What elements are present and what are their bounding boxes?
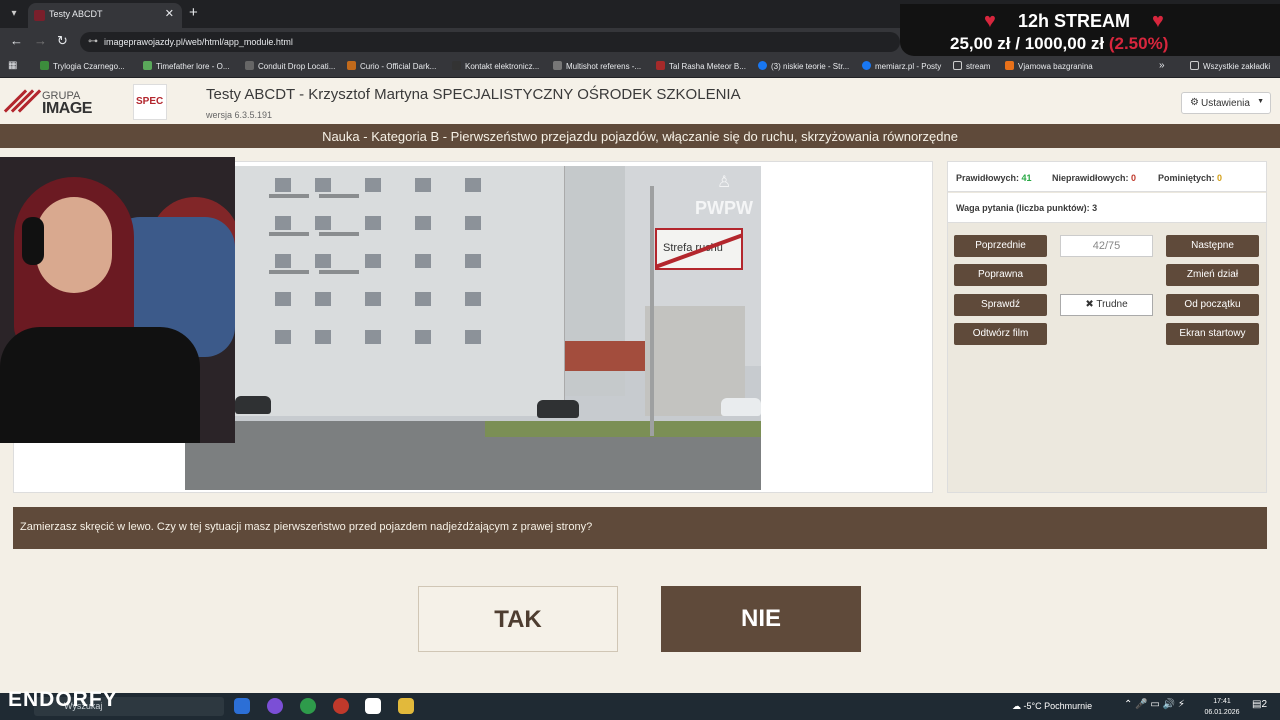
answer-yes-button[interactable]: TAK — [418, 586, 618, 652]
tab-title: Testy ABCDT — [49, 9, 103, 19]
apps-icon[interactable]: ▦ — [8, 60, 17, 71]
tab-search-icon[interactable]: ▾ — [5, 5, 23, 23]
gear-icon: ⚙ — [1190, 97, 1199, 108]
tab-close-icon[interactable]: ✕ — [165, 7, 174, 20]
stat-skipped: Pominiętych: 0 — [1158, 173, 1223, 183]
stream-goal-amount: 25,00 zł / 1000,00 zł (2.50%) — [950, 34, 1169, 53]
bookmark-icon — [1005, 61, 1014, 70]
system-tray-icons[interactable]: ⌃ 🎤 ▭ 🔊 ⚡ — [1124, 699, 1185, 710]
forward-icon[interactable]: → — [34, 33, 47, 48]
start-screen-button[interactable]: Ekran startowy — [1166, 323, 1259, 345]
pwpw-watermark: PWPW — [695, 198, 753, 218]
question-weight-row: Waga pytania (liczba punktów): 3 — [948, 193, 1266, 223]
bookmark-icon — [40, 61, 49, 70]
clock[interactable]: 17:41 06.01.2026 — [1204, 696, 1240, 718]
all-bookmarks-folder[interactable]: Wszystkie zakładki — [1190, 61, 1270, 71]
stat-correct: Prawidłowych: 41 — [956, 173, 1032, 183]
check-button[interactable]: Sprawdź — [954, 294, 1047, 316]
spec-logo: SPEC — [133, 84, 167, 120]
weather-widget[interactable]: ☁ -5°C Pochmurnie — [1012, 701, 1092, 712]
answer-no-button[interactable]: NIE — [661, 586, 861, 652]
mark-hard-button[interactable]: ✖ Trudne — [1060, 294, 1153, 316]
bookmark-item[interactable]: Tal Rasha Meteor B... — [656, 61, 746, 71]
site-info-icon[interactable]: ⊶ — [88, 36, 98, 47]
stream-goal-overlay: ♥ 12h STREAM ♥ 25,00 zł / 1000,00 zł (2.… — [900, 4, 1280, 56]
bookmark-item[interactable]: Kontakt elektronicz... — [452, 61, 539, 71]
section-header: Nauka - Kategoria B - Pierwszeństwo prze… — [0, 124, 1280, 148]
tab-favicon-icon — [34, 10, 45, 21]
stat-incorrect: Nieprawidłowych: 0 — [1052, 173, 1137, 183]
sign-pole — [650, 186, 654, 436]
bookmark-item[interactable]: Vjamowa bazgranina — [1005, 61, 1093, 71]
chrome-icon[interactable] — [300, 698, 316, 714]
bookmark-item[interactable]: Trylogia Czarnego... — [40, 61, 125, 71]
more-bookmarks-icon[interactable]: » — [1159, 60, 1165, 71]
grupa-image-logo-icon — [3, 88, 42, 116]
stream-title: 12h STREAM — [1018, 11, 1131, 31]
stats-row: Prawidłowych: 41 Nieprawidłowych: 0 Pomi… — [948, 162, 1266, 192]
show-correct-button[interactable]: Poprawna — [954, 264, 1047, 286]
question-weight: Waga pytania (liczba punktów): 3 — [956, 203, 1098, 213]
bookmark-folder[interactable]: stream — [953, 61, 990, 71]
question-box: Zamierzasz skręcić w lewo. Czy w tej syt… — [13, 507, 1267, 549]
section-title: Nauka - Kategoria B - Pierwszeństwo prze… — [322, 129, 958, 144]
bookmark-item[interactable]: memiarz.pl - Posty — [862, 61, 941, 71]
question-text: Zamierzasz skręcić w lewo. Czy w tej syt… — [20, 521, 593, 533]
endorfy-brand: ENDORFY — [8, 688, 118, 711]
bookmark-icon — [553, 61, 562, 70]
next-button[interactable]: Następne — [1166, 235, 1259, 257]
logo-image-text: IMAGE — [42, 100, 92, 117]
bookmark-icon — [347, 61, 356, 70]
heart-icon: ♥ — [1152, 10, 1164, 32]
folder-icon — [953, 61, 962, 70]
bookmark-item[interactable]: Conduit Drop Locati... — [245, 61, 335, 71]
settings-dropdown-button[interactable]: ⚙ Ustawienia ▼ — [1181, 92, 1271, 114]
url-text: imageprawojazdy.pl/web/html/app_module.h… — [104, 37, 293, 47]
from-start-button[interactable]: Od początku — [1166, 294, 1259, 316]
pwpw-emblem-icon: ♙ — [717, 174, 732, 191]
webcam-overlay — [0, 157, 235, 443]
prev-button[interactable]: Poprzednie — [954, 235, 1047, 257]
facebook-icon — [862, 61, 871, 70]
browser-tab[interactable]: Testy ABCDT ✕ — [28, 3, 182, 28]
reload-icon[interactable]: ↻ — [57, 33, 68, 49]
taskbar-app-icon[interactable] — [267, 698, 283, 714]
new-tab-icon[interactable]: + — [189, 4, 198, 21]
url-field[interactable]: ⊶ imageprawojazdy.pl/web/html/app_module… — [80, 32, 900, 52]
notifications-icon[interactable]: ▤2 — [1252, 699, 1267, 710]
app-version: wersja 6.3.5.191 — [206, 110, 273, 120]
back-icon[interactable]: ← — [10, 33, 23, 48]
close-icon: ✖ — [1085, 299, 1094, 310]
traffic-sign: Strefa ruchu — [655, 228, 743, 270]
bookmarks-bar: ▦ Trylogia Czarnego... Timefather lore -… — [0, 56, 1280, 78]
page-title: Testy ABCDT - Krzysztof Martyna SPECJALI… — [206, 86, 741, 103]
caret-down-icon: ▼ — [1257, 98, 1264, 105]
taskbar-app-icon[interactable] — [234, 698, 250, 714]
change-section-button[interactable]: Zmień dział — [1166, 264, 1259, 286]
folder-icon — [1190, 61, 1199, 70]
taskbar-app-icon[interactable] — [333, 698, 349, 714]
bookmark-item[interactable]: Timefather lore - O... — [143, 61, 230, 71]
bookmark-item[interactable]: Curio - Official Dark... — [347, 61, 436, 71]
question-counter: 42/75 — [1060, 235, 1153, 257]
bookmark-item[interactable]: (3) niskie teorie - Str... — [758, 61, 849, 71]
taskbar-app-icon[interactable] — [365, 698, 381, 714]
bookmark-icon — [656, 61, 665, 70]
bookmark-icon — [245, 61, 254, 70]
facebook-icon — [758, 61, 767, 70]
file-explorer-icon[interactable] — [398, 698, 414, 714]
bookmark-item[interactable]: Multishot referens -... — [553, 61, 641, 71]
bookmark-icon — [143, 61, 152, 70]
bookmark-icon — [452, 61, 461, 70]
question-video-frame[interactable]: Strefa ruchu ♙ PWPW — [185, 166, 761, 490]
play-video-button[interactable]: Odtwórz film — [954, 323, 1047, 345]
heart-icon: ♥ — [984, 10, 996, 32]
